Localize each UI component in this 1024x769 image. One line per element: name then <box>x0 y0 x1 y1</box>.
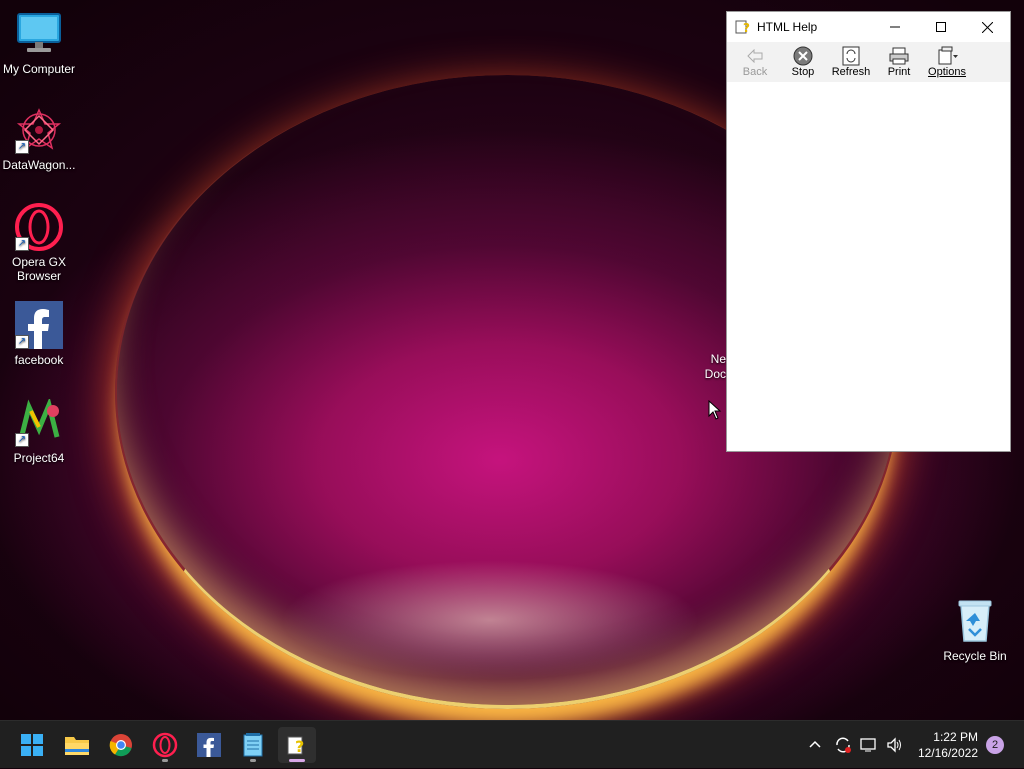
svg-text:?: ? <box>295 737 304 756</box>
project64-icon: ↗ <box>15 397 63 447</box>
stop-label: Stop <box>791 66 815 78</box>
shortcut-arrow-icon: ↗ <box>15 140 29 154</box>
printer-icon <box>889 47 909 65</box>
start-icon <box>21 734 43 756</box>
chrome-icon <box>109 734 132 757</box>
shortcut-arrow-icon: ↗ <box>15 237 29 251</box>
window-title: HTML Help <box>757 20 818 34</box>
options-label: Options <box>928 66 966 78</box>
taskbar-chrome[interactable] <box>102 727 140 763</box>
file-explorer-icon <box>65 737 89 755</box>
back-button[interactable]: Back <box>731 42 779 82</box>
opera-gx-icon: ↗ <box>15 203 63 251</box>
desktop-icon-label: facebook <box>14 353 64 367</box>
start-button[interactable] <box>13 727 51 763</box>
close-button[interactable] <box>964 12 1010 42</box>
desktop-icon-facebook[interactable]: ↗ facebook <box>1 301 77 367</box>
taskbar-opera-gx[interactable] <box>146 727 184 763</box>
recycle-bin-icon <box>951 597 999 645</box>
taskbar-clock[interactable]: 1:22 PM 12/16/2022 <box>918 729 978 761</box>
monitor-icon <box>15 10 63 58</box>
partially-hidden-desktop-icon-label[interactable]: Ne Doc <box>704 352 726 382</box>
maximize-icon <box>936 22 946 32</box>
taskbar-facebook[interactable] <box>190 727 228 763</box>
desktop-icon-label: Opera GX Browser <box>11 255 67 283</box>
window-toolbar: Back Stop Refresh Print Options <box>727 42 1010 82</box>
desktop-icon-label: DataWagon... <box>2 158 76 172</box>
volume-icon[interactable] <box>886 737 904 753</box>
running-indicator <box>250 759 256 762</box>
sync-icon[interactable] <box>834 736 852 754</box>
desktop-icon-label: My Computer <box>2 62 76 76</box>
desktop-icon-my-computer[interactable]: My Computer <box>1 10 77 76</box>
refresh-button[interactable]: Refresh <box>827 42 875 82</box>
close-icon <box>981 21 993 33</box>
back-arrow-icon <box>747 49 763 63</box>
html-help-icon: ? <box>735 20 750 35</box>
svg-text:?: ? <box>743 21 750 35</box>
window-titlebar[interactable]: ? HTML Help <box>727 12 1010 42</box>
html-help-icon: ? <box>287 736 304 756</box>
notepad-icon <box>243 733 263 757</box>
desktop-icon-opera-gx[interactable]: ↗ Opera GX Browser <box>1 203 77 283</box>
minimize-icon <box>890 26 900 28</box>
taskbar-html-help[interactable]: ? <box>278 727 316 763</box>
refresh-icon <box>842 46 860 66</box>
stop-icon <box>793 46 813 66</box>
wallpaper-glow <box>280 560 700 680</box>
desktop-icon-project64[interactable]: ↗ Project64 <box>1 397 77 465</box>
options-button[interactable]: Options <box>923 42 971 82</box>
mouse-cursor-icon <box>708 400 722 420</box>
system-tray <box>808 721 904 769</box>
active-indicator <box>289 759 305 762</box>
notification-badge[interactable]: 2 <box>986 736 1004 754</box>
facebook-icon <box>197 733 221 757</box>
options-icon <box>938 46 958 65</box>
desktop-icon-label: Recycle Bin <box>943 649 1007 663</box>
taskbar-file-explorer[interactable] <box>58 727 96 763</box>
taskbar-notepad[interactable] <box>234 727 272 763</box>
print-label: Print <box>887 66 911 78</box>
desktop-icon-datawagon[interactable]: ↗ DataWagon... <box>1 106 77 172</box>
shortcut-arrow-icon: ↗ <box>15 433 29 447</box>
refresh-label: Refresh <box>831 66 871 78</box>
desktop-icon-label: Project64 <box>13 451 65 465</box>
mandala-icon: ↗ <box>15 106 63 154</box>
clock-time: 1:22 PM <box>933 730 978 744</box>
taskbar: ? 1:22 PM 12/16/2022 2 <box>0 720 1024 768</box>
network-icon[interactable] <box>860 737 878 753</box>
clock-date: 12/16/2022 <box>917 746 978 760</box>
back-label: Back <box>742 66 768 78</box>
minimize-button[interactable] <box>872 12 918 42</box>
maximize-button[interactable] <box>918 12 964 42</box>
html-help-window[interactable]: ? HTML Help Back Stop Refresh Print Opti… <box>726 11 1011 452</box>
stop-button[interactable]: Stop <box>779 42 827 82</box>
running-indicator <box>162 759 168 762</box>
chevron-up-icon[interactable] <box>808 738 822 752</box>
help-content-pane[interactable] <box>727 82 1010 451</box>
shortcut-arrow-icon: ↗ <box>15 335 29 349</box>
opera-gx-icon <box>152 732 178 758</box>
facebook-icon: ↗ <box>15 301 63 349</box>
print-button[interactable]: Print <box>875 42 923 82</box>
desktop-icon-recycle-bin[interactable]: Recycle Bin <box>937 597 1013 663</box>
